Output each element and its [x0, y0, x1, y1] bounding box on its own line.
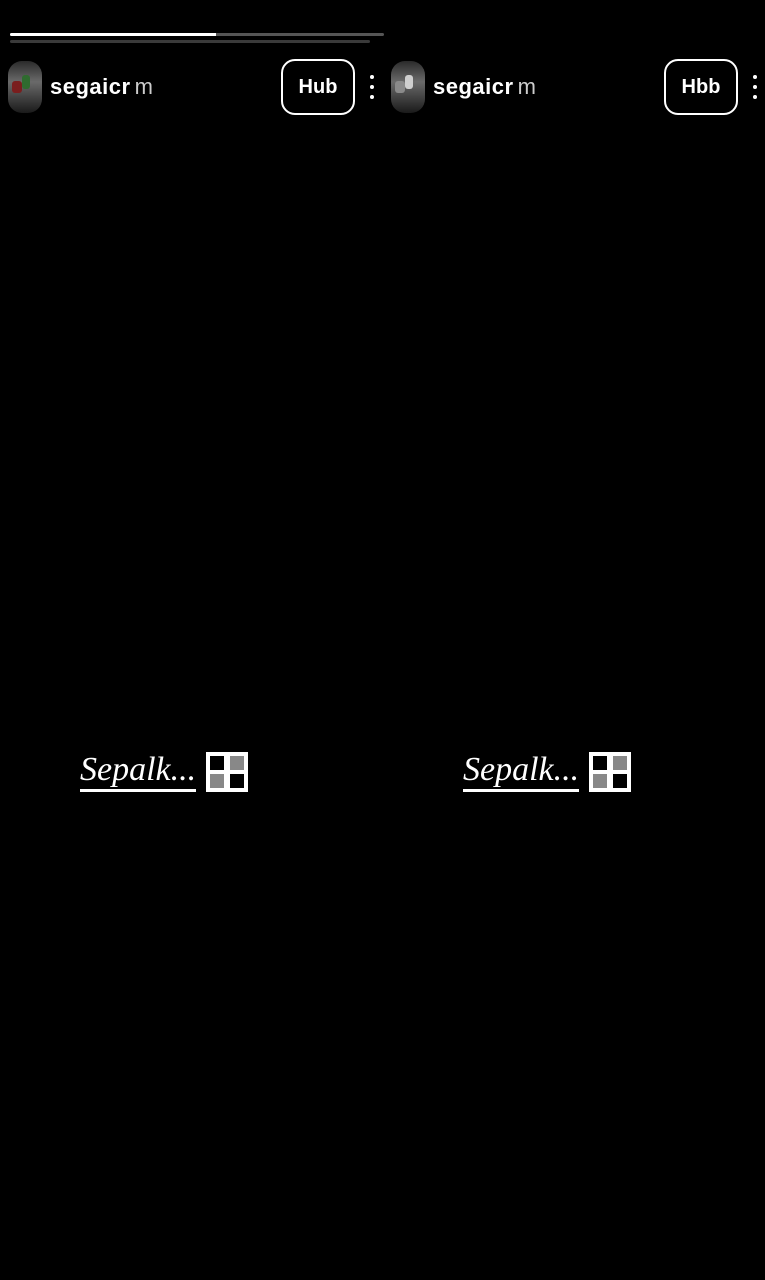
username-text: segaicr: [50, 74, 131, 99]
avatar-detail: [395, 81, 405, 93]
avatar[interactable]: [8, 61, 42, 113]
expand-arrow-icon[interactable]: [204, 746, 250, 798]
caption-text: Sepalk...: [463, 752, 580, 792]
more-vertical-icon[interactable]: [752, 75, 758, 99]
story-header: segaicr m Hbb: [391, 52, 758, 122]
expand-arrow-icon[interactable]: [587, 746, 633, 798]
username-label[interactable]: segaicr m: [433, 74, 664, 100]
caption-row[interactable]: Sepalk...: [463, 742, 633, 802]
story-header: segaicr m Hub: [8, 52, 375, 122]
avatar[interactable]: [391, 61, 425, 113]
caption-row[interactable]: Sepalk...: [80, 742, 250, 802]
username-label[interactable]: segaicr m: [50, 74, 281, 100]
story-pane-right[interactable]: segaicr m Hbb Sepalk...: [383, 0, 765, 1280]
caption-text: Sepalk...: [80, 752, 197, 792]
avatar-detail: [405, 75, 413, 89]
more-vertical-icon[interactable]: [369, 75, 375, 99]
follow-button[interactable]: Hub: [281, 59, 355, 115]
story-pane-left[interactable]: segaicr m Hub Sepalk...: [0, 0, 383, 1280]
story-viewer: segaicr m Hub Sepalk... segaicr m Hbb Se…: [0, 0, 765, 1280]
username-suffix: m: [517, 74, 537, 99]
avatar-detail: [22, 75, 30, 89]
avatar-detail: [12, 81, 22, 93]
username-suffix: m: [134, 74, 154, 99]
follow-button[interactable]: Hbb: [664, 59, 738, 115]
username-text: segaicr: [433, 74, 514, 99]
